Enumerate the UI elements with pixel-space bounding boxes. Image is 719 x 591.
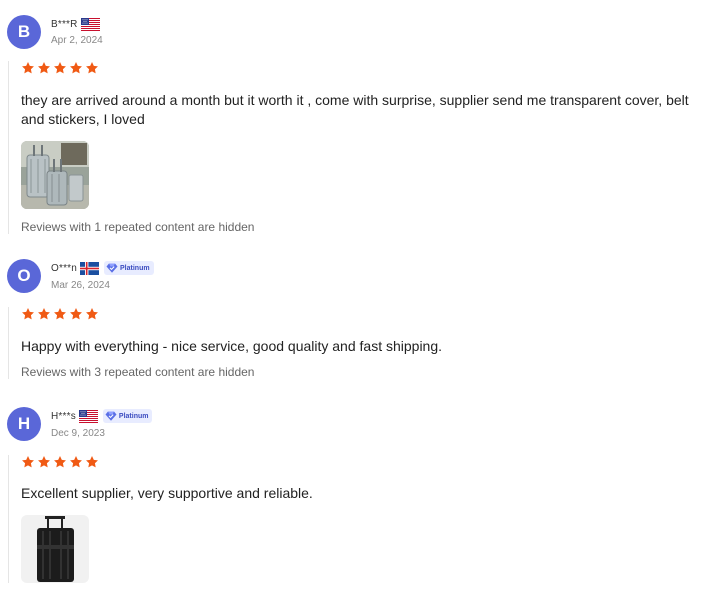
reviewer-name: H***s: [51, 410, 76, 422]
review-body: Excellent supplier, very supportive and …: [8, 455, 711, 583]
review-date: Dec 9, 2023: [51, 428, 105, 439]
star-icon: [85, 307, 99, 321]
platinum-badge: Platinum: [104, 261, 154, 275]
reviewer-name: O***n: [51, 262, 78, 274]
avatar: H: [7, 407, 41, 441]
avatar-initial: H: [17, 414, 31, 433]
us-flag-icon: [81, 18, 100, 31]
review-body: they are arrived around a month but it w…: [8, 61, 711, 234]
star-icon: [21, 61, 35, 75]
review-text: Excellent supplier, very supportive and …: [21, 485, 313, 501]
star-icon: [37, 61, 51, 75]
repeated-content-note: Reviews with 1 repeated content are hidd…: [21, 220, 255, 234]
avatar-initial: B: [17, 22, 31, 41]
star-icon: [21, 307, 35, 321]
platinum-badge: Platinum: [102, 409, 153, 423]
star-icon: [53, 307, 67, 321]
reviewer-info: O***n Platinum: [51, 260, 154, 276]
badge-label: Platinum: [118, 412, 149, 420]
review-body: Happy with everything - nice service, go…: [8, 307, 711, 379]
review-photo-thumbnail[interactable]: [21, 141, 89, 209]
diamond-icon: [106, 262, 118, 274]
diamond-icon: [105, 410, 117, 422]
star-icon: [37, 455, 51, 469]
review-date: Apr 2, 2024: [51, 35, 103, 46]
badge-label: Platinum: [120, 264, 150, 272]
review-text: Happy with everything - nice service, go…: [21, 338, 443, 354]
star-rating: [21, 307, 711, 321]
star-icon: [69, 307, 83, 321]
repeated-content-note: Reviews with 3 repeated content are hidd…: [21, 365, 255, 379]
star-icon: [21, 455, 35, 469]
reviewer-info: H***s Platinum: [51, 408, 153, 424]
avatar-initial: O: [17, 266, 31, 285]
star-icon: [85, 455, 99, 469]
review-text: they are arrived around a month but it w…: [21, 92, 689, 127]
iceland-flag-icon: [80, 262, 99, 275]
reviewer-name: B***R: [51, 18, 78, 30]
star-icon: [69, 61, 83, 75]
star-icon: [53, 455, 67, 469]
review-photo-thumbnail[interactable]: [21, 515, 89, 583]
review-date: Mar 26, 2024: [51, 280, 110, 291]
star-icon: [85, 61, 99, 75]
star-icon: [53, 61, 67, 75]
star-icon: [37, 307, 51, 321]
us-flag-icon: [79, 410, 98, 423]
star-rating: [21, 61, 711, 75]
avatar: B: [7, 15, 41, 49]
reviewer-info: B***R: [51, 16, 100, 32]
star-icon: [69, 455, 83, 469]
star-rating: [21, 455, 711, 469]
avatar: O: [7, 259, 41, 293]
